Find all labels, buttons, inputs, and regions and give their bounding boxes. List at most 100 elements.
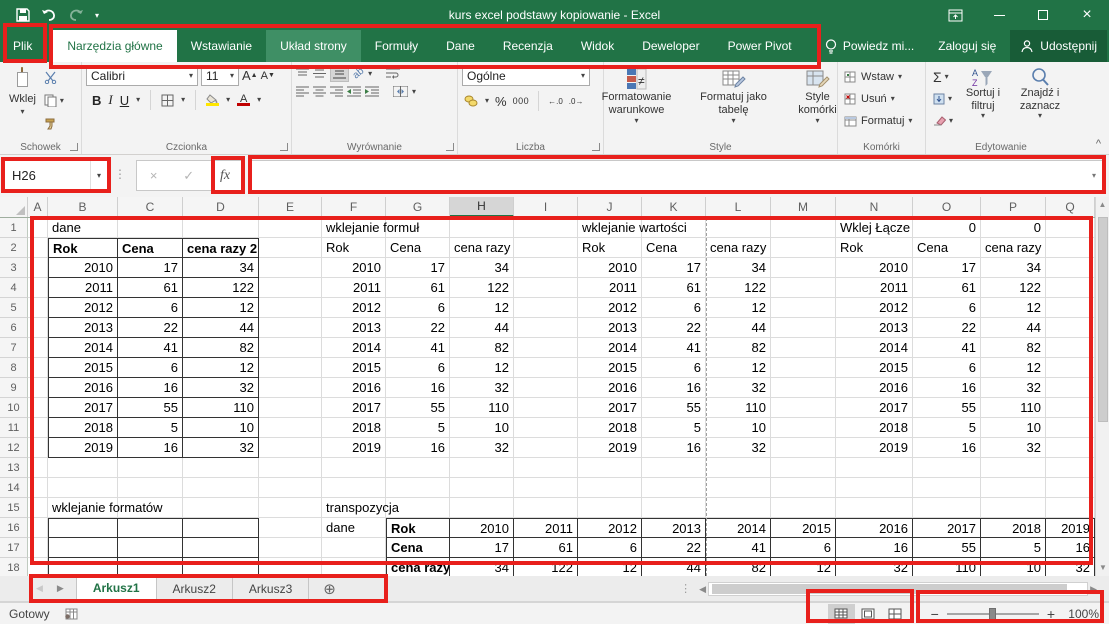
cell-O7[interactable]: 41: [913, 338, 981, 358]
cell-G14[interactable]: [386, 478, 450, 498]
cell-P3[interactable]: 34: [981, 258, 1046, 278]
cell-Q2[interactable]: [1046, 238, 1095, 258]
merge-center-icon[interactable]: [393, 86, 408, 97]
cell-H9[interactable]: 32: [450, 378, 514, 398]
cell-D5[interactable]: 12: [183, 298, 259, 318]
cell-B18[interactable]: [48, 558, 118, 576]
cell-G2[interactable]: Cena: [386, 238, 450, 258]
horizontal-scroll-thumb[interactable]: [712, 584, 1067, 594]
cell-D7[interactable]: 82: [183, 338, 259, 358]
cell-H14[interactable]: [450, 478, 514, 498]
cell-F12[interactable]: 2019: [322, 438, 386, 458]
cell-D2[interactable]: cena razy 2: [183, 238, 259, 258]
cell-L10[interactable]: 110: [706, 398, 771, 418]
align-center-icon[interactable]: [313, 86, 326, 97]
cell-M5[interactable]: [771, 298, 836, 318]
cell-Q8[interactable]: [1046, 358, 1095, 378]
row-header-16[interactable]: 16: [0, 518, 28, 538]
cell-P18[interactable]: 10: [981, 558, 1046, 576]
dialog-launcher-icon[interactable]: [70, 143, 78, 151]
row-header-4[interactable]: 4: [0, 278, 28, 298]
cell-B7[interactable]: 2014: [48, 338, 118, 358]
cell-P15[interactable]: [981, 498, 1046, 518]
cell-O16[interactable]: 2017: [913, 518, 981, 538]
decrease-font-icon[interactable]: A▼: [261, 70, 275, 82]
cell-Q5[interactable]: [1046, 298, 1095, 318]
scroll-down-icon[interactable]: ▼: [1096, 560, 1109, 576]
cell-N17[interactable]: 16: [836, 538, 913, 558]
cell-D12[interactable]: 32: [183, 438, 259, 458]
dialog-launcher-icon[interactable]: [280, 143, 288, 151]
vertical-scrollbar[interactable]: ▲ ▼: [1095, 197, 1109, 576]
cell-M16[interactable]: 2015: [771, 518, 836, 538]
cell-N7[interactable]: 2014: [836, 338, 913, 358]
cell-F2[interactable]: Rok: [322, 238, 386, 258]
cell-F8[interactable]: 2015: [322, 358, 386, 378]
cell-A9[interactable]: [28, 378, 48, 398]
dialog-launcher-icon[interactable]: [592, 143, 600, 151]
cell-J12[interactable]: 2019: [578, 438, 642, 458]
cell-B15[interactable]: wklejanie formatów: [48, 498, 118, 518]
increase-indent-icon[interactable]: [365, 86, 379, 97]
cell-N18[interactable]: 32: [836, 558, 913, 576]
cell-M13[interactable]: [771, 458, 836, 478]
cell-A13[interactable]: [28, 458, 48, 478]
cell-I15[interactable]: [514, 498, 578, 518]
column-header-Q[interactable]: Q: [1046, 197, 1095, 217]
horizontal-scrollbar[interactable]: ⋮ ◀ ▶: [680, 576, 1109, 601]
cell-L5[interactable]: 12: [706, 298, 771, 318]
cell-H17[interactable]: 17: [450, 538, 514, 558]
cell-D3[interactable]: 34: [183, 258, 259, 278]
find-select-button[interactable]: Znajdź i zaznacz ▾: [1010, 65, 1070, 122]
cut-button[interactable]: [41, 67, 67, 88]
wrap-text-icon[interactable]: [386, 68, 400, 79]
column-header-K[interactable]: K: [642, 197, 706, 217]
cell-B3[interactable]: 2010: [48, 258, 118, 278]
column-header-G[interactable]: G: [386, 197, 450, 217]
cell-I7[interactable]: [514, 338, 578, 358]
row-header-17[interactable]: 17: [0, 538, 28, 558]
cell-E3[interactable]: [259, 258, 322, 278]
cell-I4[interactable]: [514, 278, 578, 298]
row-header-8[interactable]: 8: [0, 358, 28, 378]
cell-K4[interactable]: 61: [642, 278, 706, 298]
cell-M17[interactable]: 6: [771, 538, 836, 558]
cell-M8[interactable]: [771, 358, 836, 378]
font-size-dropdown[interactable]: 11▾: [201, 65, 239, 86]
cell-A4[interactable]: [28, 278, 48, 298]
cell-D18[interactable]: [183, 558, 259, 576]
cell-J5[interactable]: 2012: [578, 298, 642, 318]
cell-E1[interactable]: [259, 218, 322, 238]
cell-G9[interactable]: 16: [386, 378, 450, 398]
cell-E8[interactable]: [259, 358, 322, 378]
cell-K16[interactable]: 2013: [642, 518, 706, 538]
cell-L9[interactable]: 32: [706, 378, 771, 398]
zoom-slider-thumb[interactable]: [989, 608, 996, 620]
cell-K12[interactable]: 16: [642, 438, 706, 458]
delete-cells-button[interactable]: Usuń▾: [842, 89, 914, 109]
format-cells-button[interactable]: Formatuj▾: [842, 111, 914, 131]
cell-A15[interactable]: [28, 498, 48, 518]
cell-C3[interactable]: 17: [118, 258, 183, 278]
cell-J9[interactable]: 2016: [578, 378, 642, 398]
font-color-icon[interactable]: A: [237, 94, 250, 106]
sheet-nav-right-icon[interactable]: ▶: [57, 583, 64, 594]
cell-N1[interactable]: Wklej Łącze: [836, 218, 913, 238]
undo-icon[interactable]: [41, 9, 57, 22]
zoom-out-icon[interactable]: −: [931, 606, 939, 622]
cell-J7[interactable]: 2014: [578, 338, 642, 358]
cell-E4[interactable]: [259, 278, 322, 298]
cell-J18[interactable]: 12: [578, 558, 642, 576]
cell-B5[interactable]: 2012: [48, 298, 118, 318]
cell-J6[interactable]: 2013: [578, 318, 642, 338]
cell-L7[interactable]: 82: [706, 338, 771, 358]
cell-K3[interactable]: 17: [642, 258, 706, 278]
cell-B10[interactable]: 2017: [48, 398, 118, 418]
cell-Q16[interactable]: 2019: [1046, 518, 1095, 538]
tab-file[interactable]: Plik: [0, 30, 45, 62]
cell-I12[interactable]: [514, 438, 578, 458]
cell-F15[interactable]: transpozycja: [322, 498, 386, 518]
cell-F11[interactable]: 2018: [322, 418, 386, 438]
row-header-13[interactable]: 13: [0, 458, 28, 478]
cell-C10[interactable]: 55: [118, 398, 183, 418]
